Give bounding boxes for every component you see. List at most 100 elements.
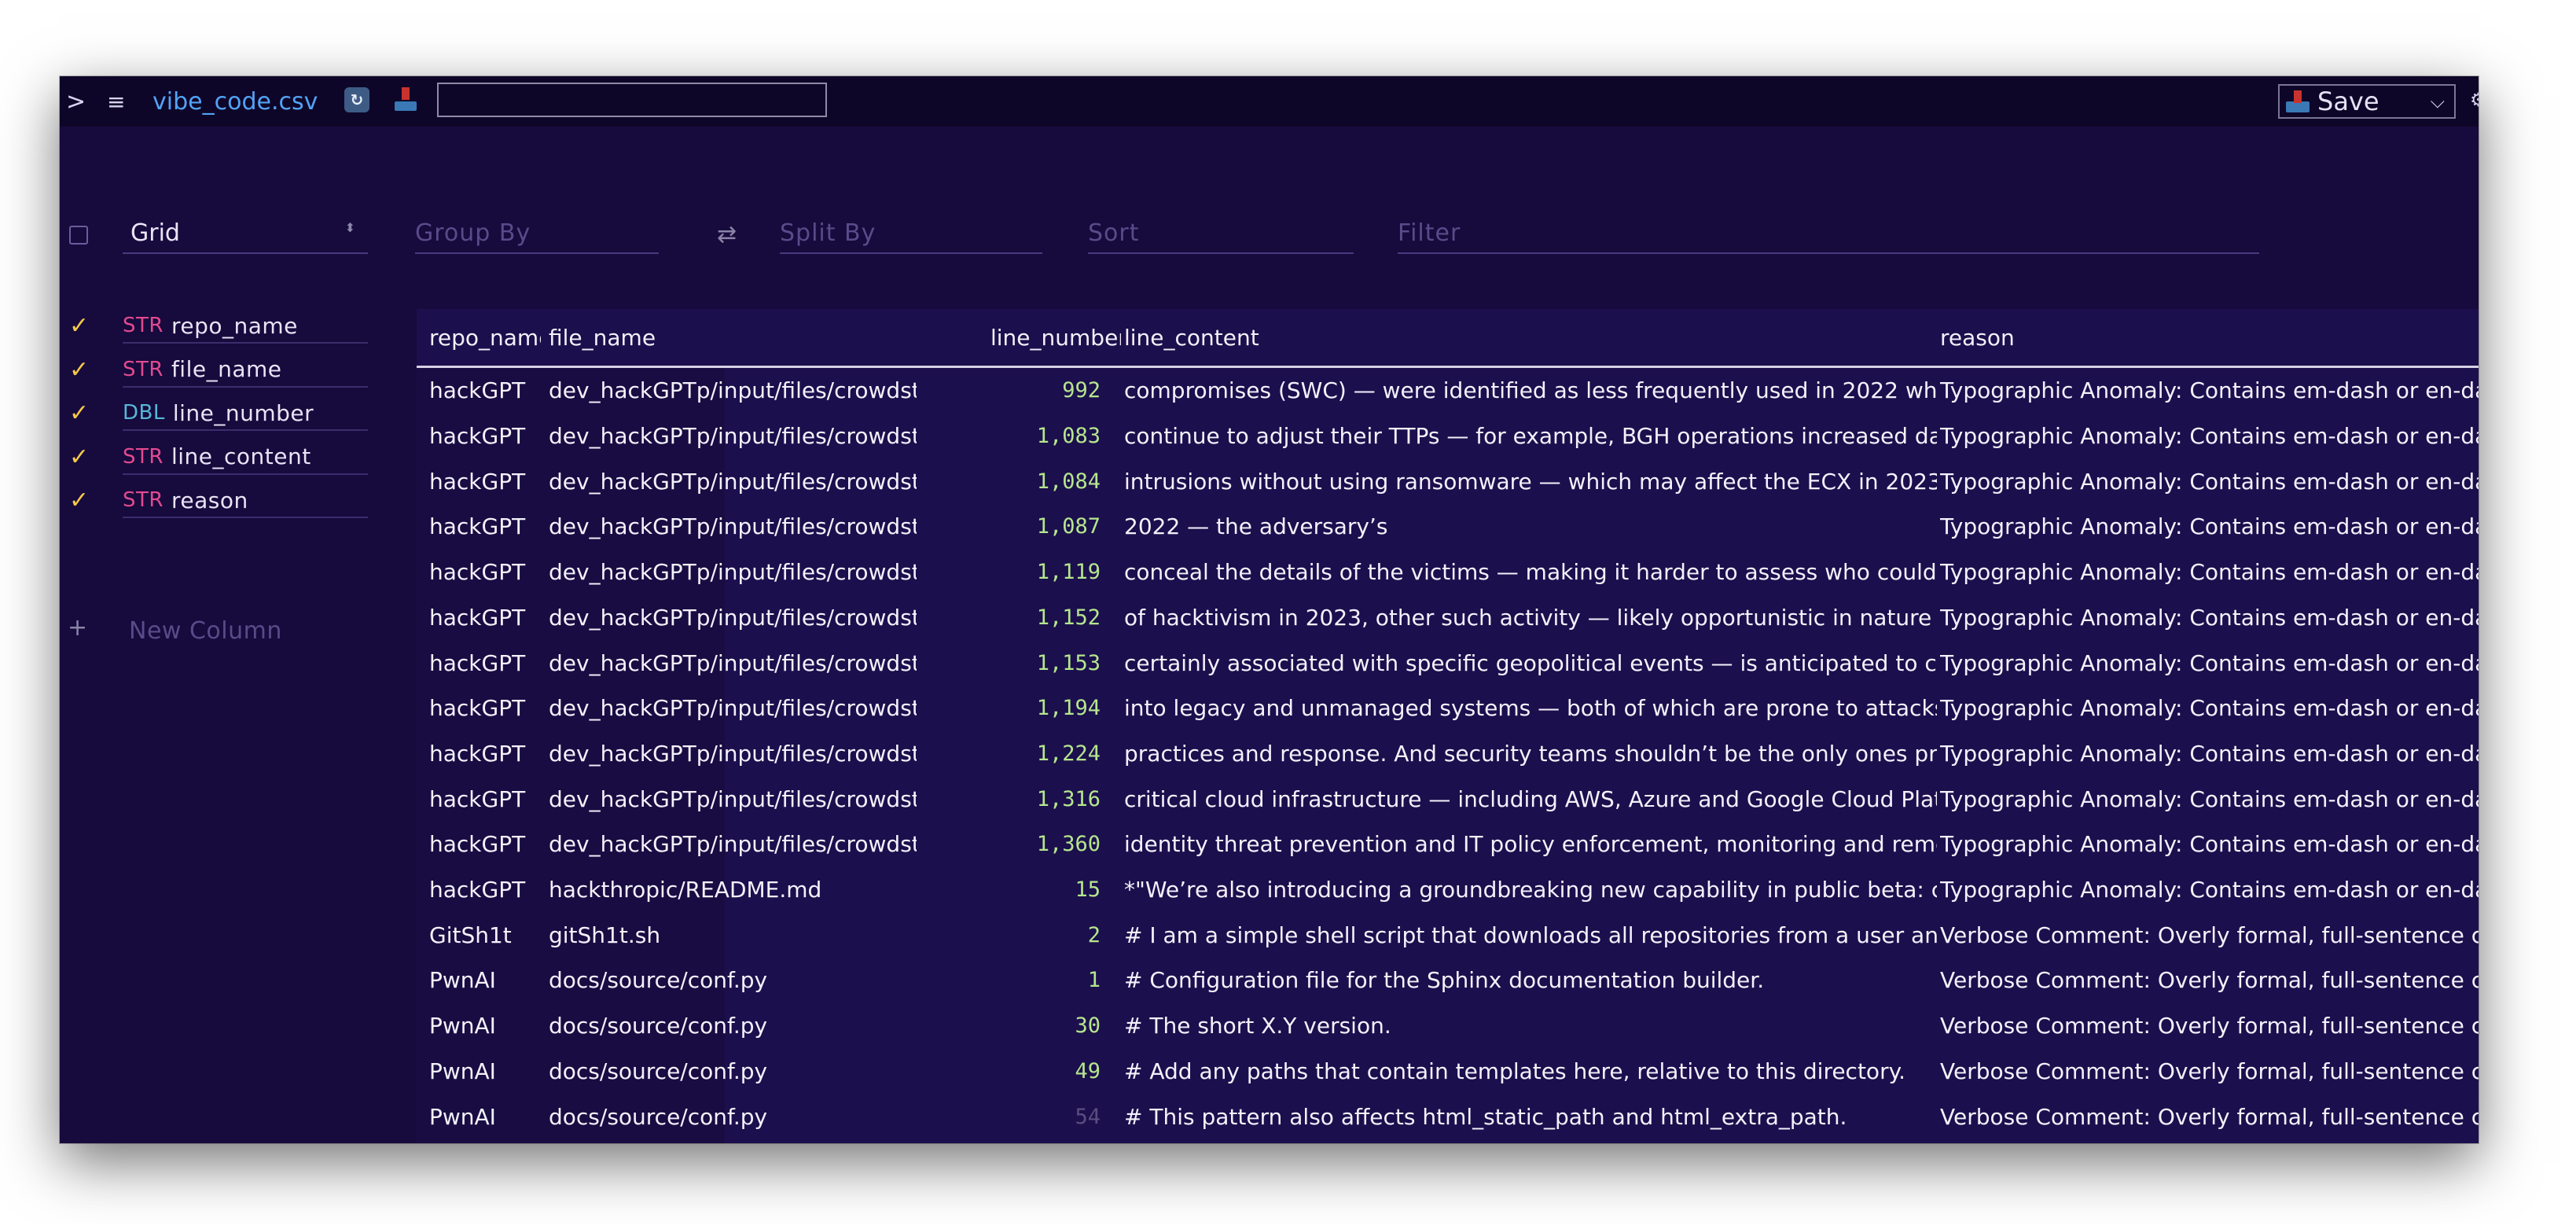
column-item-line-content[interactable]: ✓ STR line_content	[60, 440, 374, 480]
cell-file-name[interactable]: dev_hackGPTp/input/files/crowdstrike	[549, 414, 917, 459]
cell-file-name[interactable]: dev_hackGPTp/input/files/crowdstrike	[549, 368, 917, 414]
cell-line-number[interactable]: 15	[912, 867, 1101, 913]
check-icon[interactable]: ✓	[69, 356, 89, 384]
table-row[interactable]: PwnAI docs/source/conf.py 1 # Configuration…	[417, 958, 2479, 1003]
cell-repo-name[interactable]: hackGPT	[429, 776, 541, 822]
cell-line-number[interactable]: 2	[912, 912, 1101, 958]
check-icon[interactable]: ✓	[69, 312, 89, 340]
column-item-file-name[interactable]: ✓ STR file_name	[60, 353, 374, 392]
cell-line-number[interactable]: 1,224	[912, 731, 1101, 777]
cell-file-name[interactable]: dev_hackGPTp/input/files/crowdstrike	[549, 731, 917, 777]
gear-icon[interactable]: ⚙	[2470, 89, 2479, 111]
check-icon[interactable]: ✓	[69, 399, 89, 427]
cell-repo-name[interactable]: hackGPT	[429, 731, 541, 777]
cell-line-content[interactable]: continue to adjust their TTPs — for exam…	[1124, 414, 1937, 459]
cell-line-content[interactable]: certainly associated with specific geopo…	[1124, 640, 1937, 686]
column-item-reason[interactable]: ✓ STR reason	[60, 484, 374, 523]
cell-reason[interactable]: Typographic Anomaly: Contains em-dash or…	[1940, 458, 2479, 504]
cell-line-content[interactable]: # Add any paths that contain templates h…	[1124, 1049, 1937, 1094]
cell-file-name[interactable]: dev_hackGPTp/input/files/crowdstrike	[549, 776, 917, 822]
cell-line-number[interactable]: 30	[912, 1003, 1101, 1049]
cell-line-content[interactable]: of hacktivism in 2023, other such activi…	[1124, 595, 1937, 641]
cell-repo-name[interactable]: PwnAI	[429, 1094, 541, 1139]
cell-repo-name[interactable]: PwnAI	[429, 1049, 541, 1094]
table-row[interactable]: GitSh1t gitSh1t.sh 2 # I am a simple shell …	[417, 912, 2479, 958]
cell-reason[interactable]: Verbose Comment: Overly formal, full-sen…	[1940, 912, 2479, 958]
cell-file-name[interactable]: dev_hackGPTp/input/files/crowdstrike	[549, 595, 917, 641]
cell-line-number[interactable]: 1,119	[912, 550, 1101, 595]
cell-file-name[interactable]: dev_hackGPTp/input/files/crowdstrike	[549, 686, 917, 731]
cell-repo-name[interactable]: hackGPT	[429, 867, 541, 913]
column-item-line-number[interactable]: ✓ DBL line_number	[60, 396, 374, 436]
cell-reason[interactable]: Verbose Comment: Overly formal, full-sen…	[1940, 1094, 2479, 1139]
new-column-button[interactable]: New Column	[129, 617, 282, 645]
column-label[interactable]: STR repo_name	[123, 309, 368, 344]
reload-icon[interactable]: ↻	[344, 87, 369, 112]
table-row[interactable]: hackGPTdev_hackGPTp/input/files/crowdstr…	[417, 776, 2479, 822]
cell-repo-name[interactable]: hackGPT	[429, 640, 541, 686]
cell-file-name[interactable]: docs/source/conf.py	[549, 958, 917, 1003]
table-row[interactable]: PwnAI docs/source/conf.py 49 # Add any path…	[417, 1049, 2479, 1094]
cell-reason[interactable]: Typographic Anomaly: Contains em-dash or…	[1940, 867, 2479, 913]
table-row[interactable]: hackGPTdev_hackGPTp/input/files/crowdstr…	[417, 458, 2479, 504]
save-button[interactable]: Save ⌵	[2278, 84, 2456, 119]
cell-line-content[interactable]: # I am a simple shell script that downlo…	[1124, 912, 1937, 958]
cell-reason[interactable]: Typographic Anomaly: Contains em-dash or…	[1940, 414, 2479, 459]
table-row[interactable]: hackGPTdev_hackGPTp/input/files/crowdstr…	[417, 822, 2479, 867]
cell-reason[interactable]: Typographic Anomaly: Contains em-dash or…	[1940, 595, 2479, 641]
cell-line-content[interactable]: compromises (SWC) — were identified as l…	[1124, 368, 1937, 414]
cell-file-name[interactable]: dev_hackGPTp/input/files/crowdstrike	[549, 504, 917, 550]
cell-reason[interactable]: Verbose Comment: Overly formal, full-sen…	[1940, 1003, 2479, 1049]
cell-reason[interactable]: Typographic Anomaly: Contains em-dash or…	[1940, 368, 2479, 414]
cell-repo-name[interactable]: GitSh1t	[429, 912, 541, 958]
cell-line-number[interactable]: 1,083	[912, 414, 1101, 459]
cell-line-number[interactable]: 1,153	[912, 640, 1101, 686]
chevron-down-icon[interactable]: ⌵	[2431, 90, 2445, 112]
cell-line-number[interactable]: 1	[912, 958, 1101, 1003]
cell-file-name[interactable]: docs/source/conf.py	[549, 1049, 917, 1094]
header-line-content[interactable]: line_content	[1124, 309, 1596, 366]
column-label[interactable]: STR reason	[123, 484, 368, 518]
cell-repo-name[interactable]: hackGPT	[429, 414, 541, 459]
expand-chevron-icon[interactable]: >	[66, 76, 86, 127]
cell-file-name[interactable]: docs/source/conf.py	[549, 1003, 917, 1049]
cell-line-number[interactable]: 992	[912, 368, 1101, 414]
cell-repo-name[interactable]: hackGPT	[429, 458, 541, 504]
cell-repo-name[interactable]: hackGPT	[429, 822, 541, 867]
table-row[interactable]: hackGPTdev_hackGPTp/input/files/crowdstr…	[417, 550, 2479, 595]
cell-reason[interactable]: Verbose Comment: Overly formal, full-sen…	[1940, 1049, 2479, 1094]
cell-line-number[interactable]: 1,084	[912, 458, 1101, 504]
cell-file-name[interactable]: gitSh1t.sh	[549, 912, 917, 958]
cell-repo-name[interactable]: PwnAI	[429, 958, 541, 1003]
table-row[interactable]: hackGPTdev_hackGPTp/input/files/crowdstr…	[417, 686, 2479, 731]
cell-line-number[interactable]: 1,087	[912, 504, 1101, 550]
cell-line-content[interactable]: intrusions without using ransomware — wh…	[1124, 458, 1937, 504]
cell-repo-name[interactable]: PwnAI	[429, 1003, 541, 1049]
cell-reason[interactable]: Typographic Anomaly: Contains em-dash or…	[1940, 822, 2479, 867]
swap-icon[interactable]: ⇄	[717, 221, 737, 248]
table-row[interactable]: PwnAI docs/source/conf.py 30 # The short X.…	[417, 1003, 2479, 1049]
column-label[interactable]: STR line_content	[123, 440, 368, 475]
column-label[interactable]: DBL line_number	[123, 396, 368, 431]
plugin-selector[interactable]: Grid ⬍	[123, 213, 368, 254]
split-by-field[interactable]: Split By	[780, 213, 1042, 254]
cell-reason[interactable]: Typographic Anomaly: Contains em-dash or…	[1940, 731, 2479, 777]
cell-reason[interactable]: Typographic Anomaly: Contains em-dash or…	[1940, 686, 2479, 731]
cell-line-number[interactable]: 1,360	[912, 822, 1101, 867]
cell-reason[interactable]: Typographic Anomaly: Contains em-dash or…	[1940, 504, 2479, 550]
table-row[interactable]: hackGPTdev_hackGPTp/input/files/crowdstr…	[417, 368, 2479, 414]
cell-line-content[interactable]: into legacy and unmanaged systems — both…	[1124, 686, 1937, 731]
cell-line-number[interactable]: 49	[912, 1049, 1101, 1094]
cell-line-number[interactable]: 54	[912, 1094, 1101, 1139]
cell-line-content[interactable]: # This pattern also affects html_static_…	[1124, 1094, 1937, 1139]
cell-line-number[interactable]: 1,194	[912, 686, 1101, 731]
cell-file-name[interactable]: hackthropic/README.md	[549, 867, 917, 913]
cell-reason[interactable]: Verbose Comment: Overly formal, full-sen…	[1940, 958, 2479, 1003]
cell-file-name[interactable]: dev_hackGPTp/input/files/crowdstrike	[549, 550, 917, 595]
select-all-checkbox[interactable]	[69, 226, 88, 245]
header-file-name[interactable]: file_name	[549, 309, 910, 366]
filter-field[interactable]: Filter	[1398, 213, 2259, 254]
check-icon[interactable]: ✓	[69, 487, 89, 514]
cell-repo-name[interactable]: hackGPT	[429, 504, 541, 550]
cell-line-content[interactable]: identity threat prevention and IT policy…	[1124, 822, 1937, 867]
